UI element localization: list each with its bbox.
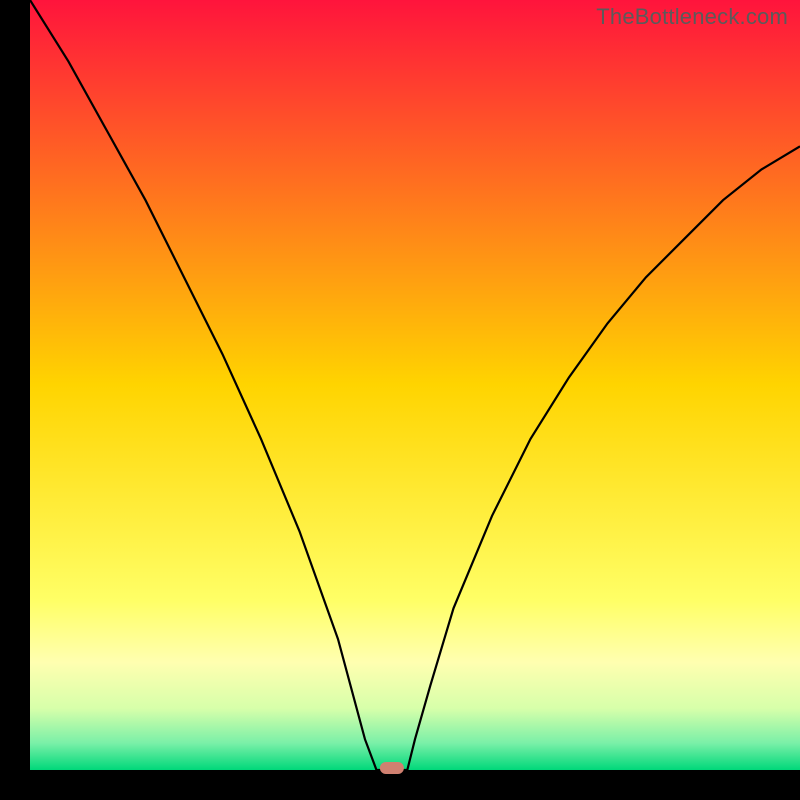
watermark-text: TheBottleneck.com — [596, 4, 788, 30]
plot-background — [30, 0, 800, 770]
chart-svg — [0, 0, 800, 800]
minimum-marker — [380, 762, 404, 774]
chart-stage: TheBottleneck.com — [0, 0, 800, 800]
